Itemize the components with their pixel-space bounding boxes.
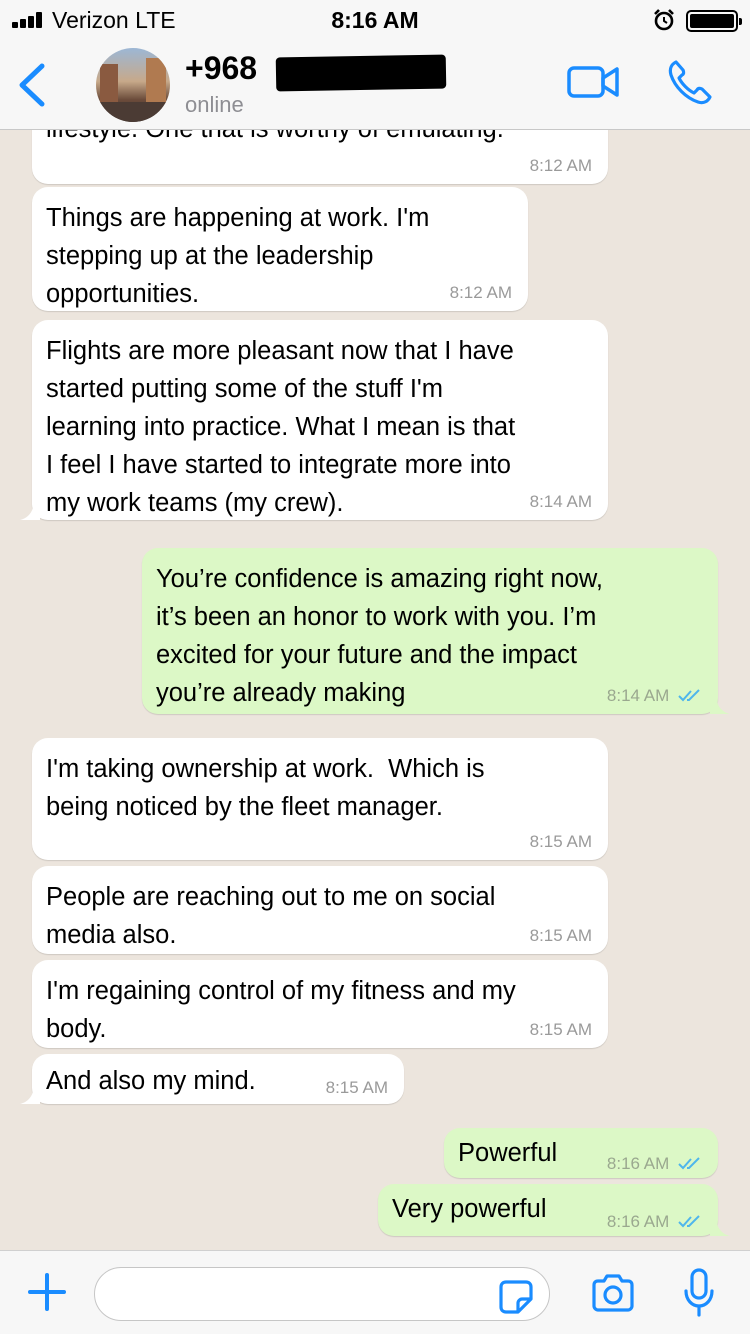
message-time: 8:15 AM <box>529 1020 592 1039</box>
input-bar <box>0 1250 750 1334</box>
message-bubble[interactable]: I'm regaining control of my fitness and … <box>32 960 608 1048</box>
microphone-icon[interactable] <box>682 1267 716 1319</box>
message-text: Things are happening at work. I'm steppi… <box>46 204 430 308</box>
chevron-left-icon[interactable] <box>14 60 50 110</box>
message-bubble[interactable]: I'm taking ownership at work. Which is b… <box>32 738 608 860</box>
message-input[interactable] <box>94 1267 550 1321</box>
message-bubble[interactable]: lifestyle. One that is worthy of emulati… <box>32 130 608 184</box>
message-text: Flights are more pleasant now that I hav… <box>46 337 516 517</box>
battery-icon <box>686 10 742 32</box>
plus-icon[interactable] <box>26 1271 68 1313</box>
message-text: I'm regaining control of my fitness and … <box>46 977 516 1043</box>
video-camera-icon[interactable] <box>566 64 620 100</box>
message-meta: 8:14 AM <box>607 686 702 706</box>
phone-icon[interactable] <box>666 58 714 106</box>
contact-status: online <box>185 92 244 117</box>
chat-header: +968 online <box>0 40 750 130</box>
bubble-tail <box>710 694 730 714</box>
bubble-tail <box>20 500 40 520</box>
alarm-icon <box>654 9 674 31</box>
contact-name[interactable]: +968 <box>185 50 257 87</box>
message-text: lifestyle. One that is worthy of emulati… <box>46 130 594 148</box>
sticker-icon[interactable] <box>498 1279 534 1315</box>
bubble-tail <box>710 1216 730 1236</box>
status-time: 8:16 AM <box>331 7 419 33</box>
avatar[interactable] <box>96 48 170 122</box>
bubble-tail <box>20 1084 40 1104</box>
message-bubble[interactable]: And also my mind. 8:15 AM <box>20 1054 404 1104</box>
message-time: 8:12 AM <box>449 283 512 302</box>
message-time: 8:15 AM <box>529 926 592 945</box>
message-time: 8:14 AM <box>529 492 592 511</box>
message-meta: 8:16 AM <box>607 1154 702 1174</box>
double-check-icon <box>678 689 700 702</box>
message-text: People are reaching out to me on social … <box>46 883 496 949</box>
message-time: 8:16 AM <box>606 1154 670 1173</box>
message-time: 8:12 AM <box>529 156 592 175</box>
camera-icon[interactable] <box>590 1273 636 1313</box>
message-bubble[interactable]: Powerful 8:16 AM <box>444 1128 718 1178</box>
status-bar: Verizon LTE 8:16 AM <box>0 0 750 40</box>
double-check-icon <box>678 1157 700 1170</box>
double-check-icon <box>678 1215 700 1228</box>
message-text: I'm taking ownership at work. Which is b… <box>46 755 485 821</box>
message-time: 8:15 AM <box>325 1078 388 1097</box>
message-list[interactable]: lifestyle. One that is worthy of emulati… <box>0 130 750 1250</box>
message-meta: 8:16 AM <box>607 1212 702 1232</box>
message-bubble[interactable]: You’re confidence is amazing right now, … <box>142 548 730 714</box>
message-time: 8:15 AM <box>529 832 592 851</box>
redaction-mark <box>275 54 447 92</box>
message-time: 8:16 AM <box>606 1212 670 1231</box>
message-bubble[interactable]: People are reaching out to me on social … <box>32 866 608 954</box>
message-bubble[interactable]: Flights are more pleasant now that I hav… <box>20 320 608 520</box>
message-bubble[interactable]: Things are happening at work. I'm steppi… <box>32 187 528 311</box>
message-bubble[interactable]: Very powerful 8:16 AM <box>378 1184 730 1236</box>
message-time: 8:14 AM <box>606 686 670 705</box>
